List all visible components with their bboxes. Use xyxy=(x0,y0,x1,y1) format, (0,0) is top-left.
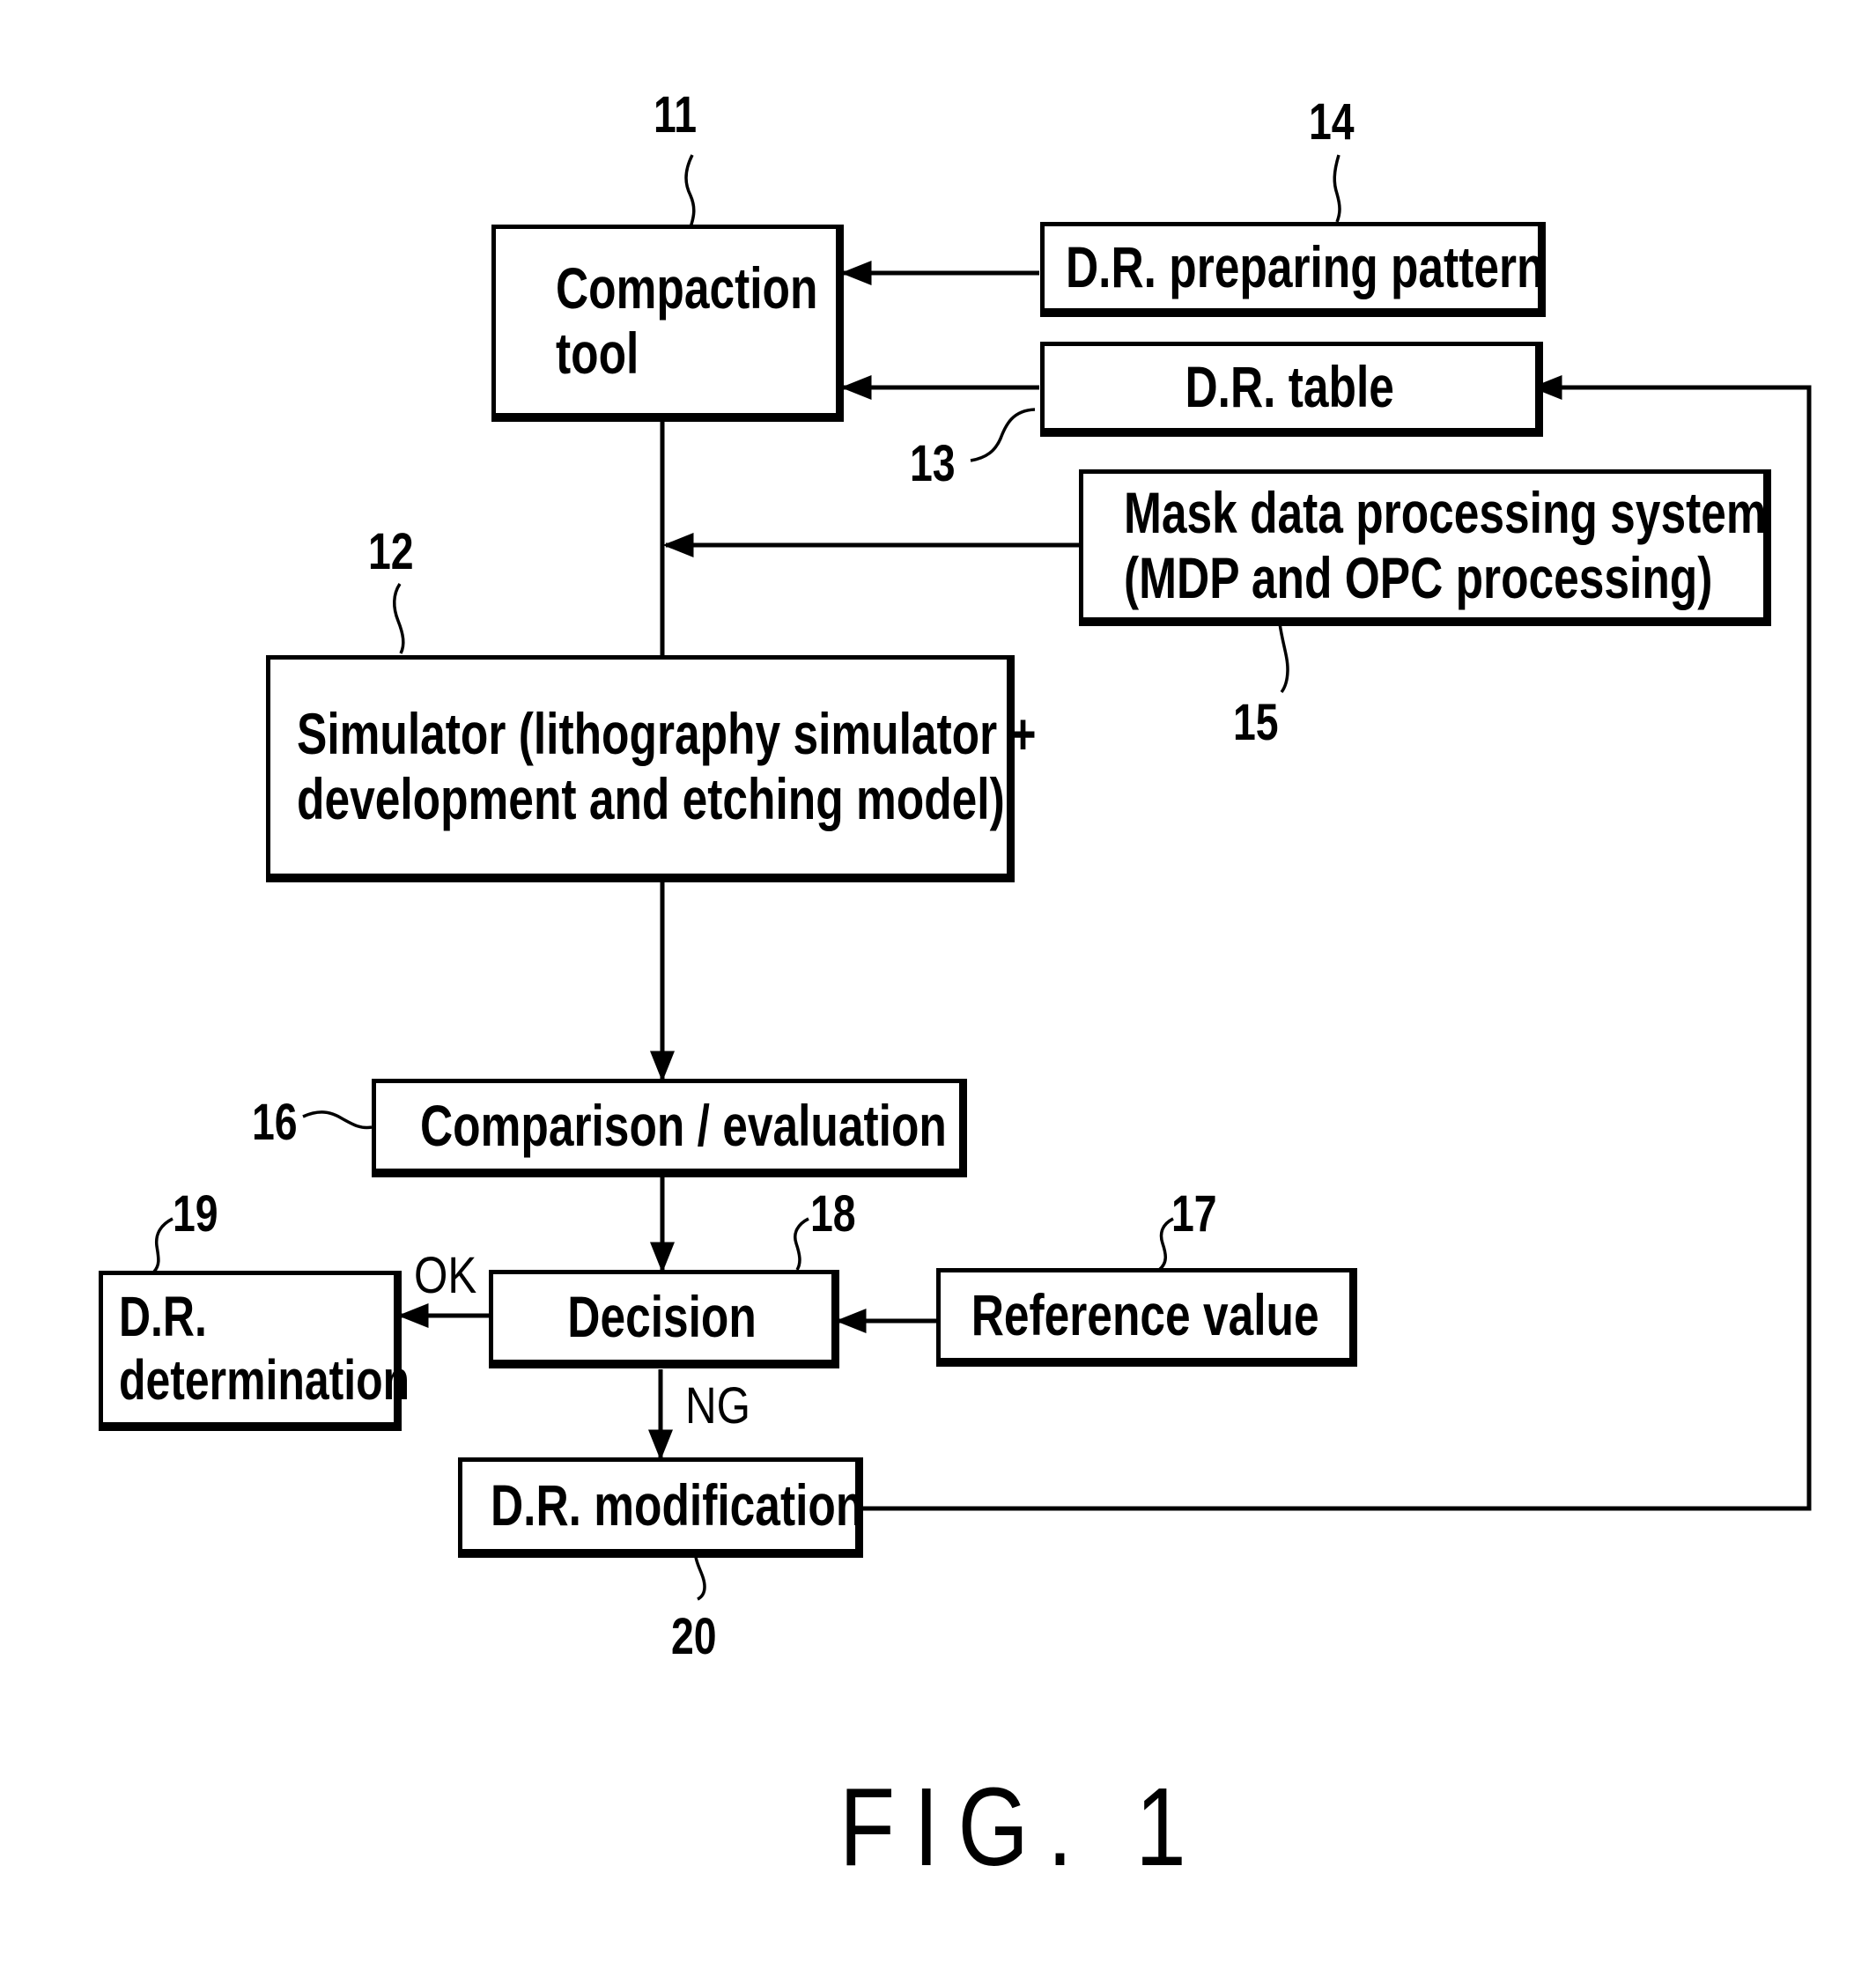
figure-caption: FIG. 1 xyxy=(839,1765,1205,1889)
ref-numeral-14: 14 xyxy=(1309,93,1355,151)
ref-numeral-20: 20 xyxy=(671,1608,717,1665)
mdp-line2: (MDP and OPC processing) xyxy=(1124,544,1713,610)
leader-18 xyxy=(794,1217,809,1271)
comparison-evaluation-label: Comparison / evaluation xyxy=(420,1092,947,1158)
leader-16 xyxy=(302,1110,373,1130)
reference-value-box: Reference value xyxy=(936,1268,1357,1367)
comparison-evaluation-box: Comparison / evaluation xyxy=(372,1079,967,1177)
leader-14 xyxy=(1333,154,1341,223)
mdp-line1: Mask data processing system xyxy=(1124,479,1767,545)
flowchart-connectors xyxy=(152,154,1812,1601)
compaction-tool-line2: tool xyxy=(556,320,639,386)
leader-15 xyxy=(1278,623,1289,694)
dr-modification-box: D.R. modification xyxy=(458,1457,863,1558)
ref-numeral-16: 16 xyxy=(252,1094,298,1151)
leader-13 xyxy=(970,408,1036,462)
decision-box: Decision xyxy=(489,1270,839,1368)
compaction-tool-box: Compaction tool xyxy=(491,225,844,422)
dr-determination-box: D.R. determination xyxy=(99,1271,410,1431)
leader-20 xyxy=(694,1556,706,1601)
compaction-tool-line1: Compaction xyxy=(556,254,818,321)
dr-preparing-pattern-label: D.R. preparing pattern xyxy=(1066,233,1545,299)
simulator-line2: development and etching model) xyxy=(297,765,1005,831)
dr-table-box: D.R. table xyxy=(1040,342,1543,437)
ref-numeral-11: 11 xyxy=(654,86,698,144)
reference-value-label: Reference value xyxy=(971,1281,1319,1347)
ref-numeral-17: 17 xyxy=(1171,1185,1217,1243)
dr-preparing-pattern-box: D.R. preparing pattern xyxy=(1040,222,1546,317)
decision-label: Decision xyxy=(567,1283,757,1349)
ref-numeral-18: 18 xyxy=(810,1185,856,1243)
leader-19 xyxy=(152,1217,174,1273)
simulator-box: Simulator (lithography simulator + devel… xyxy=(266,655,1037,882)
ok-edge-label: OK xyxy=(414,1247,477,1304)
leader-12 xyxy=(393,583,405,654)
dr-table-label: D.R. table xyxy=(1185,353,1395,419)
ref-numeral-19: 19 xyxy=(173,1185,218,1243)
dr-determination-line1: D.R. xyxy=(119,1284,207,1348)
ref-numeral-12: 12 xyxy=(368,523,414,580)
ref-numeral-13: 13 xyxy=(910,435,956,492)
leader-11 xyxy=(684,154,696,228)
dr-determination-line2: determination xyxy=(119,1347,410,1412)
mask-data-processing-box: Mask data processing system (MDP and OPC… xyxy=(1079,469,1771,626)
simulator-line1: Simulator (lithography simulator + xyxy=(297,700,1037,766)
ref-numeral-15: 15 xyxy=(1233,694,1279,751)
ng-edge-label: NG xyxy=(685,1377,750,1435)
dr-modification-label: D.R. modification xyxy=(491,1471,864,1538)
